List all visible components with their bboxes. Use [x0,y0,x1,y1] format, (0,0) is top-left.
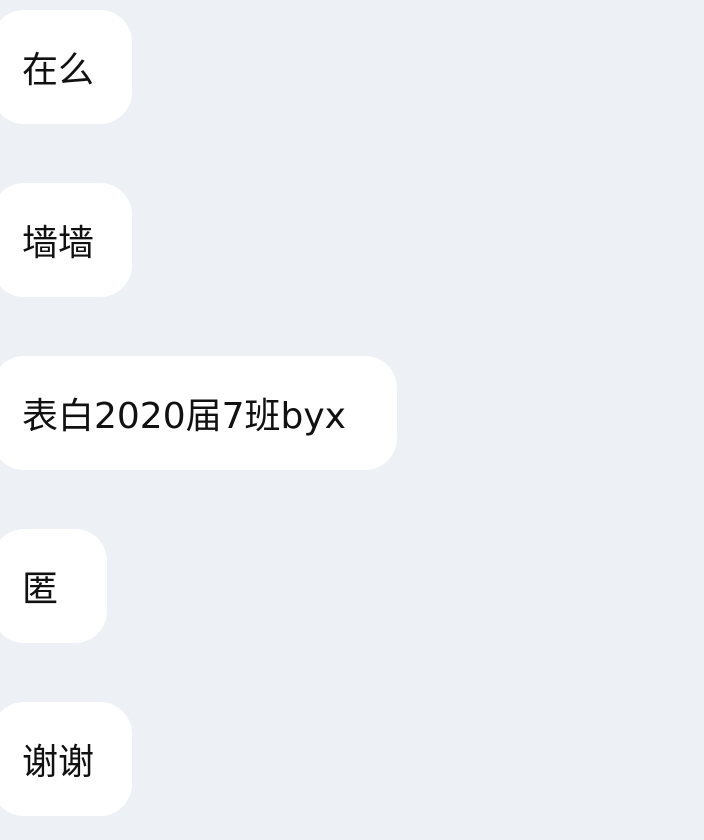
message-text: 墙墙 [22,223,95,264]
message-bubble[interactable]: 墙墙 [0,183,132,297]
message-bubble[interactable]: 谢谢 [0,702,132,816]
message-bubble[interactable]: 在么 [0,10,132,124]
message-text: 谢谢 [22,742,95,783]
message-text: 在么 [22,50,95,91]
message-bubble[interactable]: 表白2020届7班byx [0,356,397,470]
message-text: 匿 [22,569,59,610]
message-bubble[interactable]: 匿 [0,529,107,643]
message-text: 表白2020届7班byx [22,396,346,437]
